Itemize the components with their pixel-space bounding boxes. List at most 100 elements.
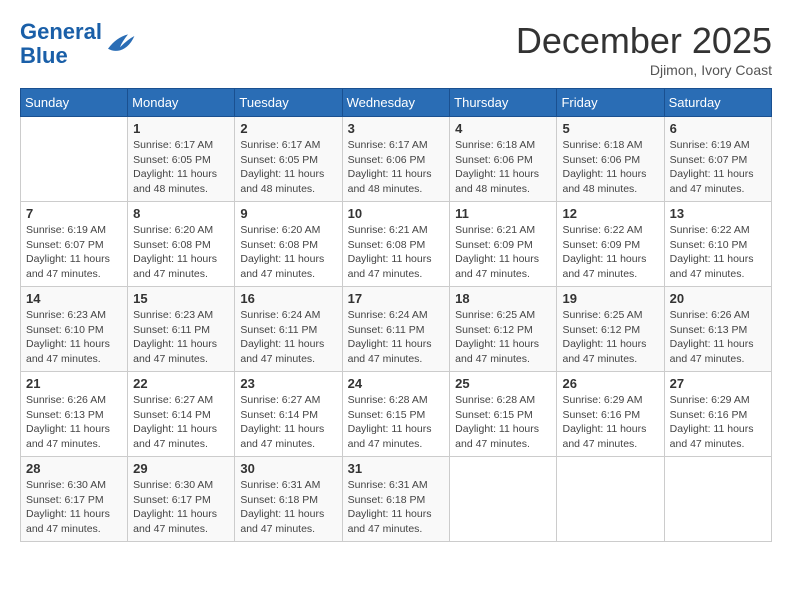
calendar-cell: 4 Sunrise: 6:18 AM Sunset: 6:06 PM Daylig… (450, 117, 557, 202)
calendar-cell: 2Sunrise: 6:17 AM Sunset: 6:05 PM Daylig… (235, 117, 342, 202)
day-info: Sunrise: 6:28 AM Sunset: 6:15 PM Dayligh… (348, 393, 445, 452)
day-number: 28 (26, 461, 122, 476)
day-number: 20 (670, 291, 766, 306)
calendar-header-row: SundayMondayTuesdayWednesdayThursdayFrid… (21, 89, 772, 117)
day-number: 9 (240, 206, 336, 221)
day-number: 10 (348, 206, 445, 221)
day-number: 30 (240, 461, 336, 476)
calendar-cell: 1Sunrise: 6:17 AM Sunset: 6:05 PM Daylig… (128, 117, 235, 202)
calendar-cell: 27Sunrise: 6:29 AM Sunset: 6:16 PM Dayli… (664, 372, 771, 457)
day-info: Sunrise: 6:30 AM Sunset: 6:17 PM Dayligh… (133, 478, 229, 537)
day-number: 4 (455, 121, 551, 136)
column-header-friday: Friday (557, 89, 664, 117)
day-info: Sunrise: 6:29 AM Sunset: 6:16 PM Dayligh… (670, 393, 766, 452)
day-info: Sunrise: 6:19 AM Sunset: 6:07 PM Dayligh… (670, 138, 766, 197)
day-info: Sunrise: 6:21 AM Sunset: 6:08 PM Dayligh… (348, 223, 445, 282)
day-info: Sunrise: 6:25 AM Sunset: 6:12 PM Dayligh… (562, 308, 658, 367)
day-number: 5 (562, 121, 658, 136)
day-number: 23 (240, 376, 336, 391)
day-info: Sunrise: 6:29 AM Sunset: 6:16 PM Dayligh… (562, 393, 658, 452)
day-number: 25 (455, 376, 551, 391)
column-header-saturday: Saturday (664, 89, 771, 117)
calendar-cell: 17 Sunrise: 6:24 AM Sunset: 6:11 PM Dayli… (342, 287, 450, 372)
calendar-cell: 8Sunrise: 6:20 AM Sunset: 6:08 PM Daylig… (128, 202, 235, 287)
calendar-cell: 14 Sunrise: 6:23 AM Sunset: 6:10 PM Dayli… (21, 287, 128, 372)
day-number: 12 (562, 206, 658, 221)
logo-text: General Blue (20, 20, 102, 68)
day-info: Sunrise: 6:18 AM Sunset: 6:06 PM Dayligh… (562, 138, 658, 197)
logo: General Blue (20, 20, 136, 68)
day-info: Sunrise: 6:27 AM Sunset: 6:14 PM Dayligh… (240, 393, 336, 452)
column-header-wednesday: Wednesday (342, 89, 450, 117)
calendar-cell: 28 Sunrise: 6:30 AM Sunset: 6:17 PM Dayli… (21, 457, 128, 542)
day-number: 8 (133, 206, 229, 221)
day-number: 6 (670, 121, 766, 136)
day-info: Sunrise: 6:30 AM Sunset: 6:17 PM Dayligh… (26, 478, 122, 537)
logo-bird-icon (104, 30, 136, 58)
day-number: 24 (348, 376, 445, 391)
calendar-cell (557, 457, 664, 542)
column-header-monday: Monday (128, 89, 235, 117)
day-number: 16 (240, 291, 336, 306)
day-info: Sunrise: 6:25 AM Sunset: 6:12 PM Dayligh… (455, 308, 551, 367)
day-info: Sunrise: 6:20 AM Sunset: 6:08 PM Dayligh… (240, 223, 336, 282)
calendar-cell: 16 Sunrise: 6:24 AM Sunset: 6:11 PM Dayli… (235, 287, 342, 372)
day-info: Sunrise: 6:26 AM Sunset: 6:13 PM Dayligh… (670, 308, 766, 367)
calendar-cell: 5 Sunrise: 6:18 AM Sunset: 6:06 PM Daylig… (557, 117, 664, 202)
day-number: 14 (26, 291, 122, 306)
day-number: 17 (348, 291, 445, 306)
calendar-cell: 10 Sunrise: 6:21 AM Sunset: 6:08 PM Dayli… (342, 202, 450, 287)
title-area: December 2025 Djimon, Ivory Coast (516, 20, 772, 78)
day-info: Sunrise: 6:17 AM Sunset: 6:05 PM Dayligh… (240, 138, 336, 197)
day-info: Sunrise: 6:22 AM Sunset: 6:09 PM Dayligh… (562, 223, 658, 282)
calendar-cell: 9 Sunrise: 6:20 AM Sunset: 6:08 PM Daylig… (235, 202, 342, 287)
day-number: 3 (348, 121, 445, 136)
day-info: Sunrise: 6:31 AM Sunset: 6:18 PM Dayligh… (348, 478, 445, 537)
day-info: Sunrise: 6:21 AM Sunset: 6:09 PM Dayligh… (455, 223, 551, 282)
calendar-cell: 6 Sunrise: 6:19 AM Sunset: 6:07 PM Daylig… (664, 117, 771, 202)
day-number: 31 (348, 461, 445, 476)
day-info: Sunrise: 6:31 AM Sunset: 6:18 PM Dayligh… (240, 478, 336, 537)
day-number: 19 (562, 291, 658, 306)
column-header-sunday: Sunday (21, 89, 128, 117)
week-row-5: 28 Sunrise: 6:30 AM Sunset: 6:17 PM Dayli… (21, 457, 772, 542)
day-info: Sunrise: 6:24 AM Sunset: 6:11 PM Dayligh… (240, 308, 336, 367)
calendar-cell: 3 Sunrise: 6:17 AM Sunset: 6:06 PM Daylig… (342, 117, 450, 202)
calendar-cell: 30 Sunrise: 6:31 AM Sunset: 6:18 PM Dayli… (235, 457, 342, 542)
day-number: 21 (26, 376, 122, 391)
calendar-cell: 11 Sunrise: 6:21 AM Sunset: 6:09 PM Dayli… (450, 202, 557, 287)
calendar-cell: 12 Sunrise: 6:22 AM Sunset: 6:09 PM Dayli… (557, 202, 664, 287)
column-header-tuesday: Tuesday (235, 89, 342, 117)
week-row-3: 14 Sunrise: 6:23 AM Sunset: 6:10 PM Dayli… (21, 287, 772, 372)
calendar-cell (21, 117, 128, 202)
calendar-cell: 26 Sunrise: 6:29 AM Sunset: 6:16 PM Dayli… (557, 372, 664, 457)
calendar-cell: 7Sunrise: 6:19 AM Sunset: 6:07 PM Daylig… (21, 202, 128, 287)
calendar-cell: 25Sunrise: 6:28 AM Sunset: 6:15 PM Dayli… (450, 372, 557, 457)
day-number: 11 (455, 206, 551, 221)
calendar-cell: 15Sunrise: 6:23 AM Sunset: 6:11 PM Dayli… (128, 287, 235, 372)
calendar-cell: 13 Sunrise: 6:22 AM Sunset: 6:10 PM Dayli… (664, 202, 771, 287)
day-info: Sunrise: 6:23 AM Sunset: 6:11 PM Dayligh… (133, 308, 229, 367)
location-subtitle: Djimon, Ivory Coast (516, 62, 772, 78)
day-info: Sunrise: 6:24 AM Sunset: 6:11 PM Dayligh… (348, 308, 445, 367)
day-info: Sunrise: 6:18 AM Sunset: 6:06 PM Dayligh… (455, 138, 551, 197)
day-info: Sunrise: 6:19 AM Sunset: 6:07 PM Dayligh… (26, 223, 122, 282)
calendar-cell: 29Sunrise: 6:30 AM Sunset: 6:17 PM Dayli… (128, 457, 235, 542)
day-info: Sunrise: 6:17 AM Sunset: 6:06 PM Dayligh… (348, 138, 445, 197)
day-number: 13 (670, 206, 766, 221)
week-row-4: 21 Sunrise: 6:26 AM Sunset: 6:13 PM Dayli… (21, 372, 772, 457)
day-info: Sunrise: 6:26 AM Sunset: 6:13 PM Dayligh… (26, 393, 122, 452)
calendar-cell: 21 Sunrise: 6:26 AM Sunset: 6:13 PM Dayli… (21, 372, 128, 457)
calendar-cell (450, 457, 557, 542)
day-info: Sunrise: 6:22 AM Sunset: 6:10 PM Dayligh… (670, 223, 766, 282)
day-number: 22 (133, 376, 229, 391)
calendar-cell: 31 Sunrise: 6:31 AM Sunset: 6:18 PM Dayli… (342, 457, 450, 542)
column-header-thursday: Thursday (450, 89, 557, 117)
day-info: Sunrise: 6:27 AM Sunset: 6:14 PM Dayligh… (133, 393, 229, 452)
calendar-cell: 18Sunrise: 6:25 AM Sunset: 6:12 PM Dayli… (450, 287, 557, 372)
day-number: 26 (562, 376, 658, 391)
day-info: Sunrise: 6:23 AM Sunset: 6:10 PM Dayligh… (26, 308, 122, 367)
calendar-cell: 19 Sunrise: 6:25 AM Sunset: 6:12 PM Dayli… (557, 287, 664, 372)
calendar-table: SundayMondayTuesdayWednesdayThursdayFrid… (20, 88, 772, 542)
day-number: 1 (133, 121, 229, 136)
